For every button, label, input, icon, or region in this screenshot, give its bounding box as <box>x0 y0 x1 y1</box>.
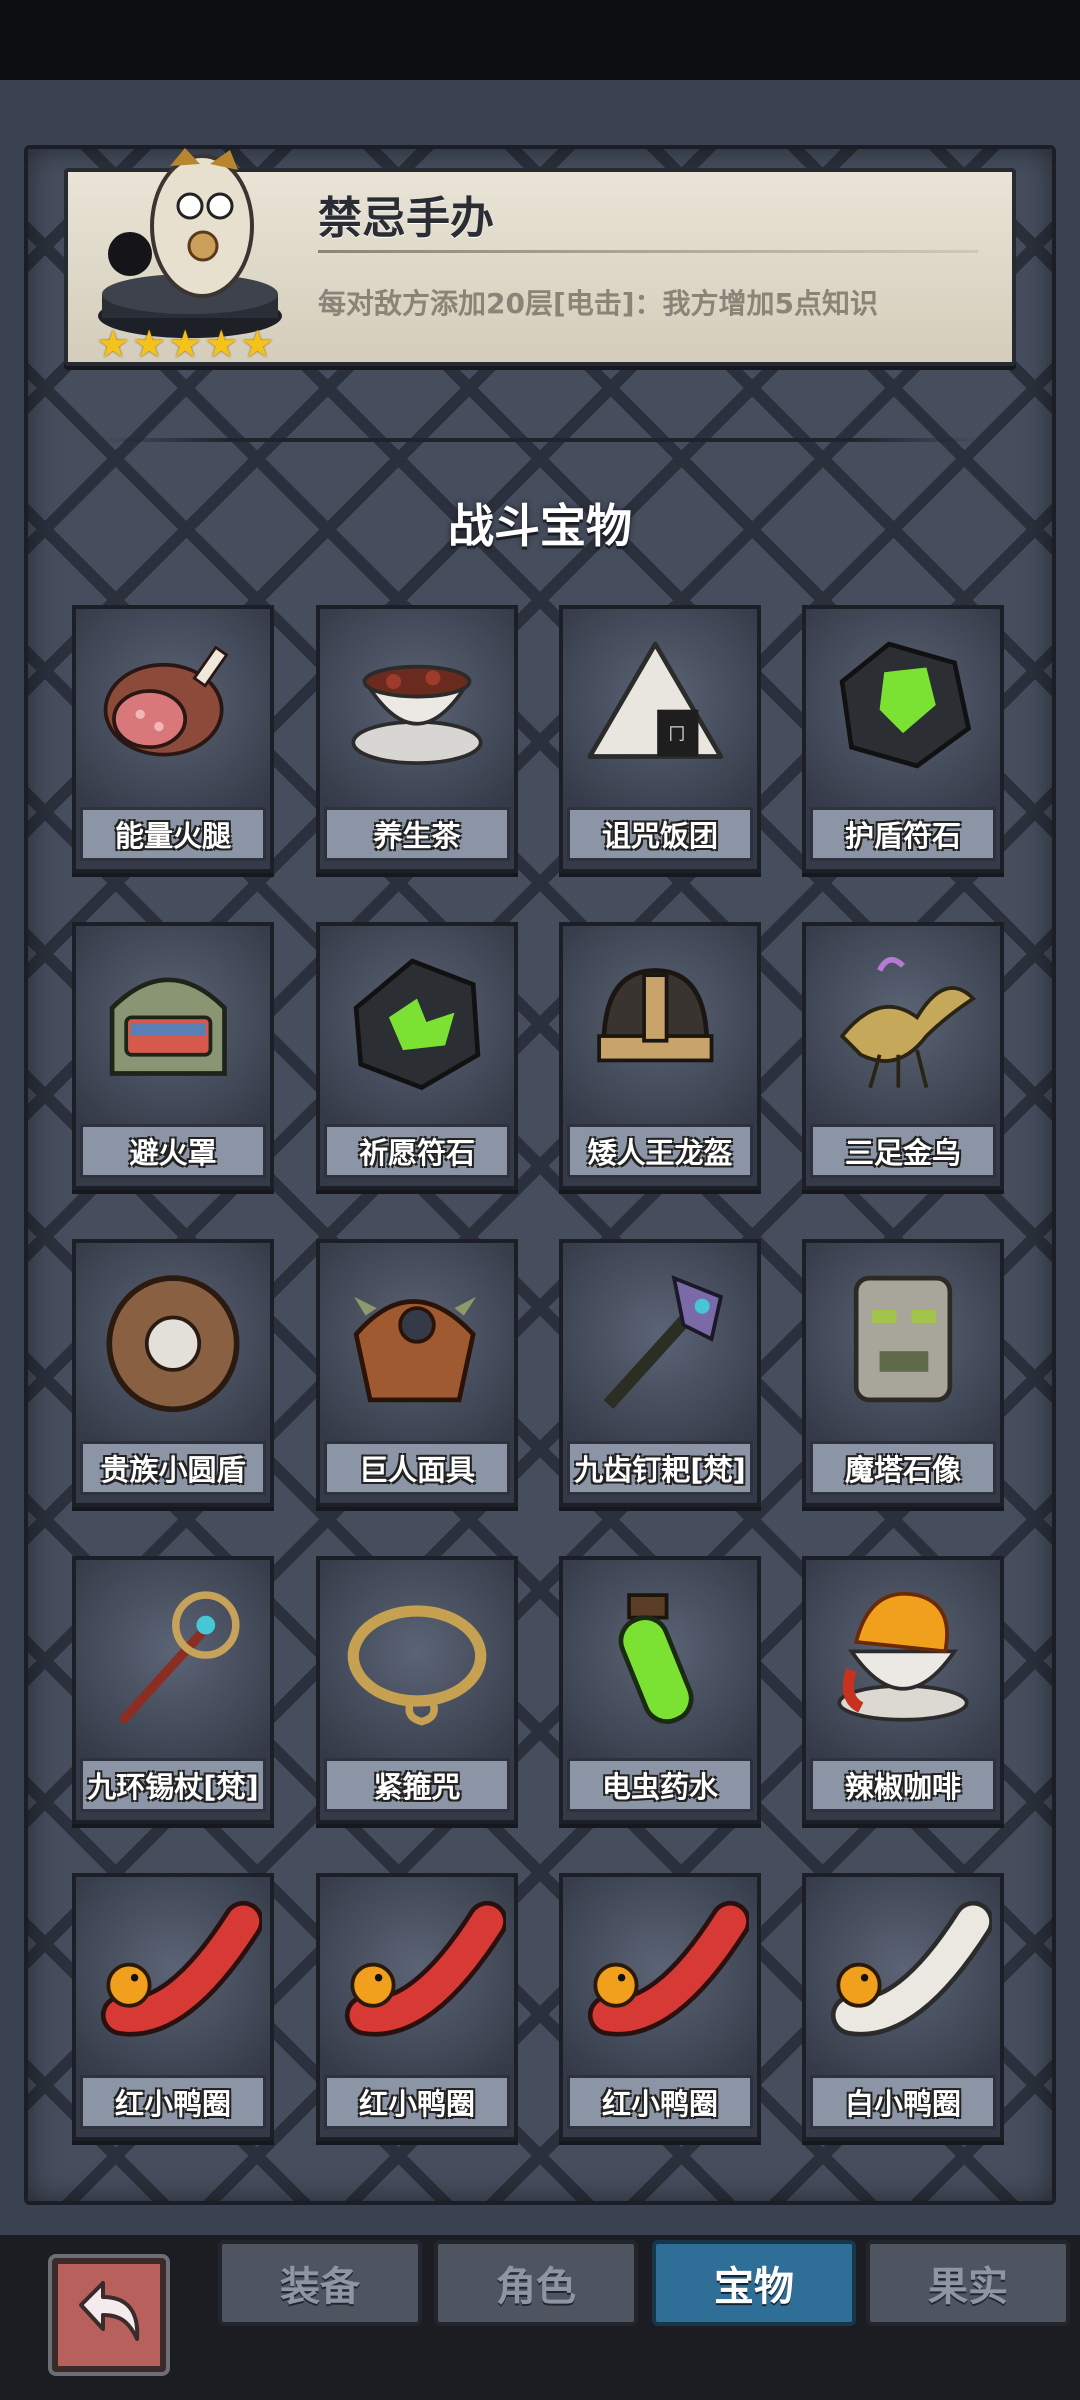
treasure-card[interactable]: 红小鸭圈 <box>72 1873 274 2141</box>
treasure-label: 紧箍咒 <box>324 1758 510 1812</box>
treasure-label: 巨人面具 <box>324 1441 510 1495</box>
treasure-card[interactable]: 辣椒咖啡 <box>802 1556 1004 1824</box>
treasure-card[interactable]: 养生茶 <box>316 605 518 873</box>
staff-icon <box>118 1591 240 1725</box>
treasure-label: 魔塔石像 <box>810 1441 996 1495</box>
golden-bird-icon <box>839 957 977 1089</box>
treasure-card[interactable]: 九齿钉耙[梵] <box>559 1239 761 1507</box>
tab-treasures[interactable]: 宝物 <box>652 2240 856 2326</box>
tab-fruits[interactable]: 果实 <box>866 2240 1070 2326</box>
treasure-card[interactable]: 矮人王龙盔 <box>559 922 761 1190</box>
treasure-label: 三足金乌 <box>810 1124 996 1178</box>
treasure-card[interactable]: 护盾符石 <box>802 605 1004 873</box>
ham-icon <box>103 645 229 757</box>
wish-rune-icon <box>353 958 481 1091</box>
star-icon: ★ <box>240 322 275 366</box>
treasure-label: 红小鸭圈 <box>567 2075 753 2129</box>
back-arrow-icon <box>79 2281 140 2341</box>
golden-circlet-icon <box>347 1605 487 1726</box>
red-duck-ring-icon <box>344 1900 506 2037</box>
treasure-card[interactable]: 白小鸭圈 <box>802 1873 1004 2141</box>
treasure-card[interactable]: 贵族小圆盾 <box>72 1239 274 1507</box>
dwarf-helmet-icon <box>597 968 714 1063</box>
treasure-label: 九环锡杖[梵] <box>80 1758 266 1812</box>
stone-statue-icon <box>853 1275 953 1403</box>
red-duck-ring-icon <box>100 1900 262 2037</box>
treasure-card[interactable]: 巨人面具 <box>316 1239 518 1507</box>
fire-helmet-icon <box>109 977 227 1076</box>
treasure-card[interactable]: 红小鸭圈 <box>559 1873 761 2141</box>
white-duck-ring-icon <box>830 1900 992 2037</box>
treasure-label: 贵族小圆盾 <box>80 1441 266 1495</box>
treasure-label: 诅咒饭团 <box>567 807 753 861</box>
treasure-label: 养生茶 <box>324 807 510 861</box>
giant-mask-icon <box>353 1296 477 1403</box>
star-icon: ★ <box>168 322 203 366</box>
treasure-label: 矮人王龙盔 <box>567 1124 753 1178</box>
treasure-card[interactable]: 九环锡杖[梵] <box>72 1556 274 1824</box>
item-title: 禁忌手办 <box>318 193 494 244</box>
treasure-card[interactable]: 红小鸭圈 <box>316 1873 518 2141</box>
treasure-card[interactable]: 冂诅咒饭团 <box>559 605 761 873</box>
treasure-card[interactable]: 能量火腿 <box>72 605 274 873</box>
treasure-card[interactable]: 避火罩 <box>72 922 274 1190</box>
treasure-label: 能量火腿 <box>80 807 266 861</box>
treasure-label: 祈愿符石 <box>324 1124 510 1178</box>
round-shield-icon <box>106 1275 240 1413</box>
title-underline <box>318 250 978 253</box>
section-divider <box>100 438 980 442</box>
rice-ball-icon: 冂 <box>587 641 724 759</box>
rake-icon <box>603 1275 724 1409</box>
treasure-card[interactable]: 魔塔石像 <box>802 1239 1004 1507</box>
chili-coffee-icon <box>837 1592 969 1722</box>
tab-characters[interactable]: 角色 <box>434 2240 638 2326</box>
rarity-stars: ★ ★ ★ ★ ★ <box>96 324 274 364</box>
shield-rune-icon <box>839 641 972 769</box>
back-button[interactable] <box>52 2258 166 2372</box>
section-title: 战斗宝物 <box>448 499 632 553</box>
status-bar <box>0 0 1080 80</box>
red-duck-ring-icon <box>587 1900 749 2037</box>
treasure-label: 白小鸭圈 <box>810 2075 996 2129</box>
tab-equipment[interactable]: 装备 <box>218 2240 422 2326</box>
treasure-label: 红小鸭圈 <box>80 2075 266 2129</box>
treasure-card[interactable]: 紧箍咒 <box>316 1556 518 1824</box>
treasure-card[interactable]: 祈愿符石 <box>316 922 518 1190</box>
treasure-card[interactable]: 电虫药水 <box>559 1556 761 1824</box>
star-icon: ★ <box>96 322 131 366</box>
star-icon: ★ <box>204 322 239 366</box>
star-icon: ★ <box>132 322 167 366</box>
tea-cup-icon <box>351 664 483 765</box>
treasure-label: 九齿钉耙[梵] <box>567 1441 753 1495</box>
treasure-label: 护盾符石 <box>810 807 996 861</box>
item-description: 每对敌方添加20层[电击]：我方增加5点知识 <box>318 287 879 320</box>
treasure-label: 辣椒咖啡 <box>810 1758 996 1812</box>
svg-text:冂: 冂 <box>668 724 685 744</box>
treasure-card[interactable]: 三足金乌 <box>802 922 1004 1190</box>
potion-icon <box>618 1593 694 1724</box>
treasure-label: 红小鸭圈 <box>324 2075 510 2129</box>
treasure-label: 电虫药水 <box>567 1758 753 1812</box>
treasure-label: 避火罩 <box>80 1124 266 1178</box>
